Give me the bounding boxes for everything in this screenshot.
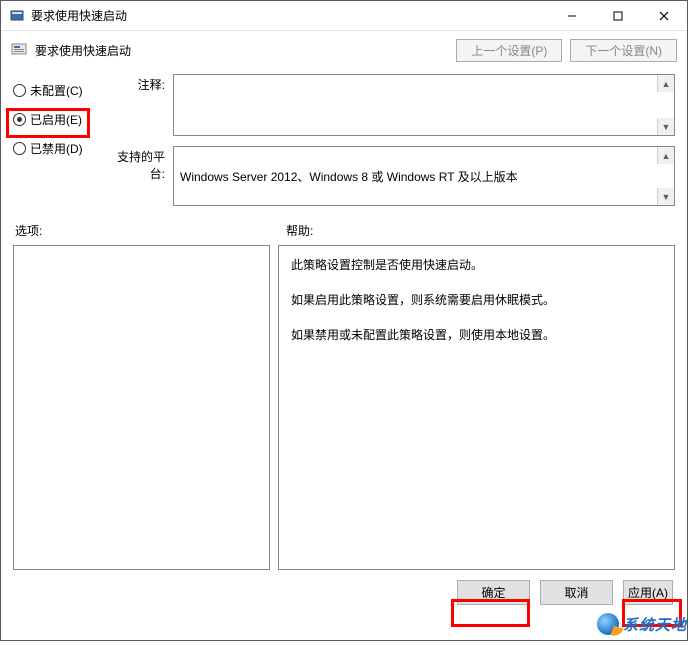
apply-button[interactable]: 应用(A) bbox=[623, 580, 673, 605]
maximize-button[interactable] bbox=[595, 1, 641, 30]
help-text: 如果启用此策略设置，则系统需要启用休眠模式。 bbox=[291, 291, 662, 310]
watermark-text: 系统天地 bbox=[623, 614, 687, 635]
radio-label: 已禁用(D) bbox=[30, 140, 83, 157]
help-pane: 此策略设置控制是否使用快速启动。 如果启用此策略设置，则系统需要启用休眠模式。 … bbox=[278, 245, 675, 570]
radio-icon bbox=[13, 84, 26, 97]
radio-label: 已启用(E) bbox=[30, 111, 82, 128]
header-title: 要求使用快速启动 bbox=[35, 42, 131, 59]
cancel-button[interactable]: 取消 bbox=[540, 580, 613, 605]
policy-icon bbox=[11, 41, 27, 60]
close-button[interactable] bbox=[641, 1, 687, 30]
minimize-button[interactable] bbox=[549, 1, 595, 30]
platform-box: Windows Server 2012、Windows 8 或 Windows … bbox=[173, 146, 675, 206]
header-bar: 要求使用快速启动 上一个设置(P) 下一个设置(N) bbox=[1, 31, 687, 68]
footer: 确定 取消 应用(A) bbox=[1, 570, 687, 615]
radio-group: 未配置(C) 已启用(E) 已禁用(D) bbox=[13, 74, 103, 206]
dialog-window: 要求使用快速启动 要求使用快速启动 上一个设置(P) 下一个设置(N) 未配置(… bbox=[0, 0, 688, 641]
options-pane[interactable] bbox=[13, 245, 270, 570]
ok-button[interactable]: 确定 bbox=[457, 580, 530, 605]
globe-icon bbox=[597, 613, 619, 635]
scroll-up-icon[interactable]: ▲ bbox=[657, 147, 674, 164]
radio-icon bbox=[13, 142, 26, 155]
radio-icon bbox=[13, 113, 26, 126]
scroll-up-icon[interactable]: ▲ bbox=[657, 75, 674, 92]
comment-textarea[interactable]: ▲ ▼ bbox=[173, 74, 675, 136]
help-label: 帮助: bbox=[278, 222, 313, 239]
platform-text: Windows Server 2012、Windows 8 或 Windows … bbox=[180, 168, 518, 185]
radio-not-configured[interactable]: 未配置(C) bbox=[13, 82, 103, 99]
scroll-down-icon[interactable]: ▼ bbox=[657, 188, 674, 205]
next-setting-button[interactable]: 下一个设置(N) bbox=[570, 39, 677, 62]
window-title: 要求使用快速启动 bbox=[31, 7, 549, 24]
comment-label: 注释: bbox=[103, 74, 165, 136]
radio-enabled[interactable]: 已启用(E) bbox=[13, 111, 103, 128]
platform-label: 支持的平台: bbox=[103, 146, 165, 206]
content-area: 未配置(C) 已启用(E) 已禁用(D) 注释: ▲ ▼ bbox=[1, 68, 687, 570]
radio-disabled[interactable]: 已禁用(D) bbox=[13, 140, 103, 157]
options-label: 选项: bbox=[13, 222, 278, 239]
radio-label: 未配置(C) bbox=[30, 82, 83, 99]
titlebar: 要求使用快速启动 bbox=[1, 1, 687, 31]
app-icon bbox=[9, 8, 25, 24]
prev-setting-button[interactable]: 上一个设置(P) bbox=[456, 39, 562, 62]
help-text: 此策略设置控制是否使用快速启动。 bbox=[291, 256, 662, 275]
watermark: 系统天地 bbox=[597, 613, 687, 635]
help-text: 如果禁用或未配置此策略设置，则使用本地设置。 bbox=[291, 326, 662, 345]
scroll-down-icon[interactable]: ▼ bbox=[657, 118, 674, 135]
